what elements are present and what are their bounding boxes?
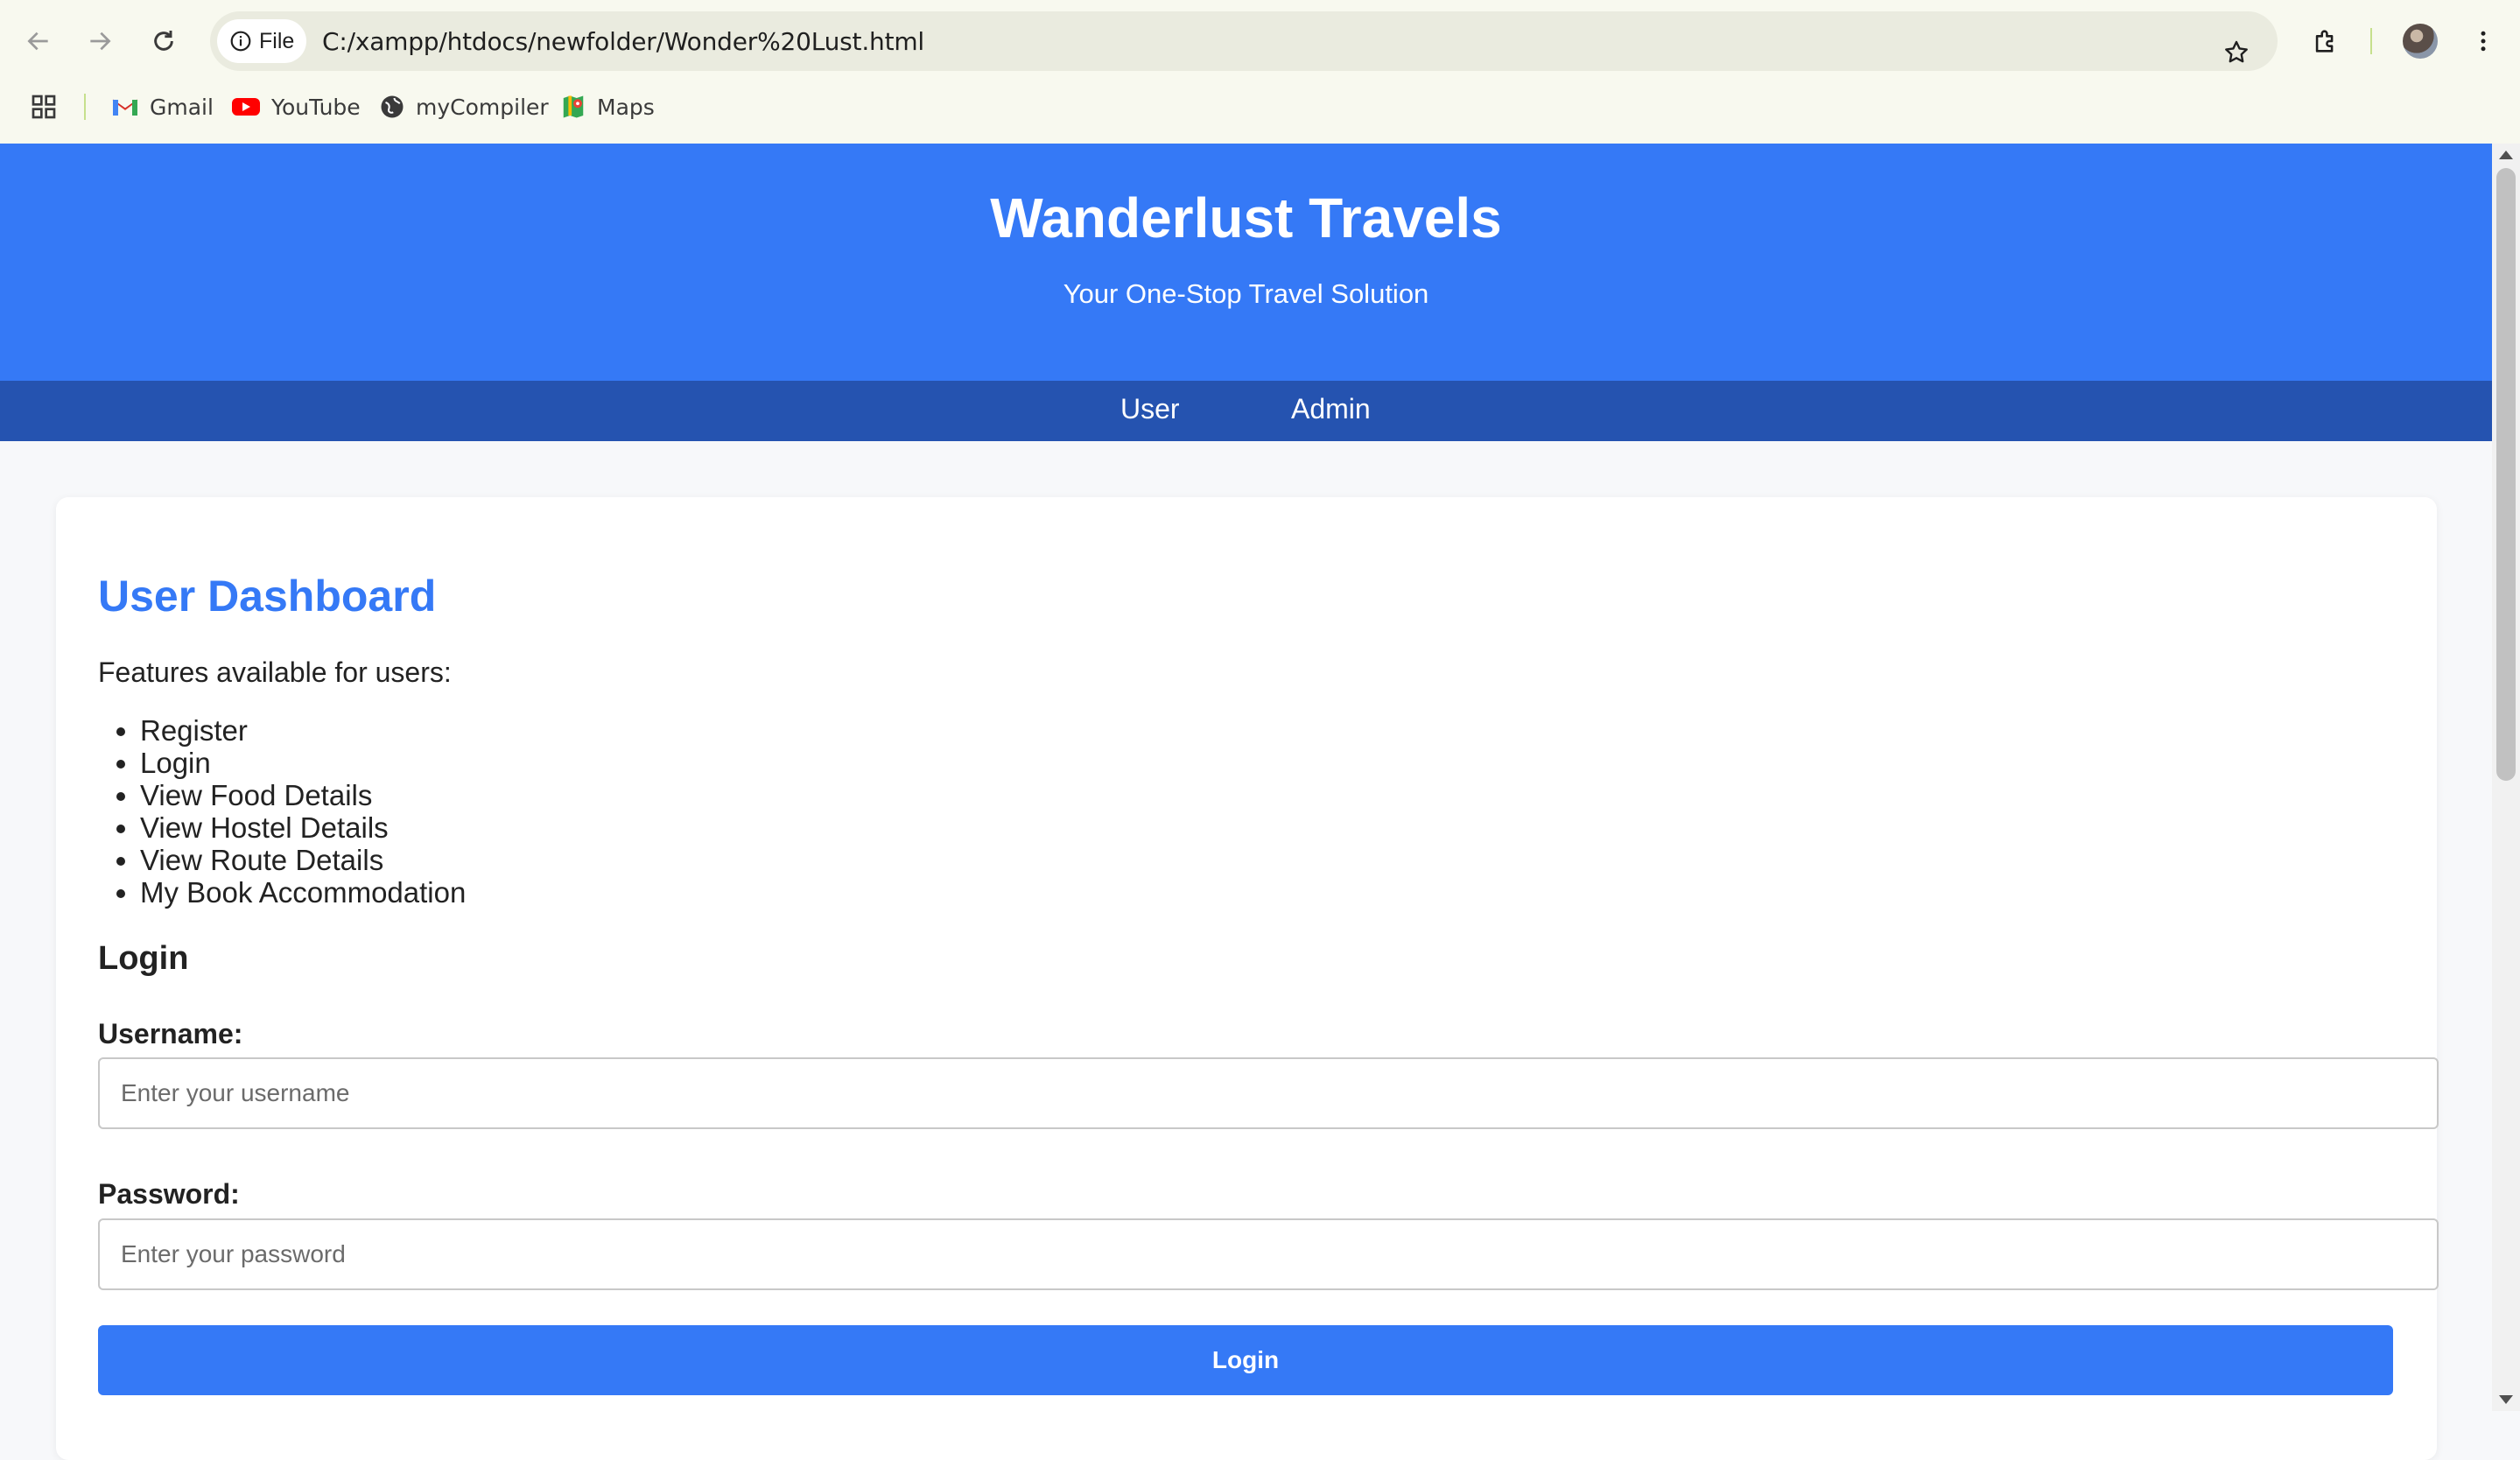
profile-button[interactable] (2398, 19, 2442, 63)
browser-chrome: File C:/xampp/htdocs/newfolder/Wonder%20… (0, 0, 2520, 145)
site-header: Wanderlust Travels Your One-Stop Travel … (0, 144, 2492, 381)
bookmark-star-button[interactable] (2215, 31, 2258, 74)
url-text[interactable]: C:/xampp/htdocs/newfolder/Wonder%20Lust.… (322, 27, 924, 56)
toolbar-separator (2370, 28, 2372, 54)
nav-admin-link[interactable]: Admin (1291, 393, 1371, 425)
bookmark-maps[interactable]: Maps (560, 86, 655, 128)
list-item: View Food Details (140, 779, 466, 811)
bookmark-mycompiler[interactable]: myCompiler (379, 86, 549, 128)
youtube-icon (232, 98, 260, 116)
forward-button[interactable] (78, 19, 122, 63)
forward-arrow-icon (90, 32, 111, 51)
back-button[interactable] (17, 19, 60, 63)
bookmark-label: Gmail (150, 94, 214, 120)
bookmark-label: YouTube (271, 94, 361, 120)
site-tagline: Your One-Stop Travel Solution (1063, 278, 1429, 309)
file-chip-label: File (259, 28, 295, 53)
features-list: Register Login View Food Details View Ho… (98, 714, 466, 909)
list-item: Register (140, 714, 466, 747)
menu-button[interactable] (2461, 19, 2505, 63)
more-vertical-icon (2481, 31, 2486, 52)
username-input[interactable] (98, 1057, 2439, 1129)
dashboard-card: User Dashboard Features available for us… (56, 497, 2439, 1460)
dashboard-title: User Dashboard (98, 572, 437, 621)
apps-grid-icon (32, 95, 56, 119)
scroll-thumb[interactable] (2496, 168, 2516, 781)
avatar (2403, 24, 2438, 59)
bookmarks-bar: Gmail YouTube myCompiler Maps (0, 86, 788, 128)
bookmark-gmail[interactable]: Gmail (111, 86, 214, 128)
maps-icon (563, 95, 584, 118)
bookmark-label: myCompiler (416, 94, 549, 120)
scroll-up-arrow-icon[interactable] (2499, 151, 2513, 159)
info-icon (230, 31, 251, 52)
page-viewport: Wanderlust Travels Your One-Stop Travel … (0, 144, 2492, 1460)
features-intro: Features available for users: (98, 656, 452, 688)
bookmarks-separator (84, 94, 86, 120)
scroll-down-arrow-icon[interactable] (2499, 1395, 2513, 1404)
puzzle-icon (2315, 30, 2334, 53)
username-label: Username: (98, 1018, 243, 1049)
bookmark-youtube[interactable]: YouTube (231, 86, 361, 128)
login-heading: Login (98, 940, 189, 977)
star-icon (2225, 40, 2248, 63)
list-item: View Route Details (140, 844, 466, 876)
list-item: Login (140, 747, 466, 779)
apps-button[interactable] (30, 86, 58, 128)
page-scrollbar[interactable] (2492, 144, 2520, 1411)
site-title: Wanderlust Travels (990, 186, 1502, 249)
extensions-button[interactable] (2304, 19, 2348, 63)
nav-user-link[interactable]: User (1120, 393, 1180, 425)
bookmark-label: Maps (597, 94, 655, 120)
password-input[interactable] (98, 1218, 2439, 1290)
list-item: My Book Accommodation (140, 876, 466, 909)
login-button[interactable]: Login (98, 1325, 2393, 1395)
site-nav: User Admin (0, 381, 2492, 441)
list-item: View Hostel Details (140, 811, 466, 844)
globe-icon (381, 95, 404, 118)
reload-icon (154, 31, 173, 51)
password-label: Password: (98, 1178, 240, 1210)
reload-button[interactable] (142, 19, 186, 63)
gmail-icon (112, 99, 138, 116)
back-arrow-icon (27, 32, 48, 51)
site-info-chip[interactable]: File (217, 19, 306, 63)
address-bar[interactable]: File C:/xampp/htdocs/newfolder/Wonder%20… (210, 11, 2278, 71)
